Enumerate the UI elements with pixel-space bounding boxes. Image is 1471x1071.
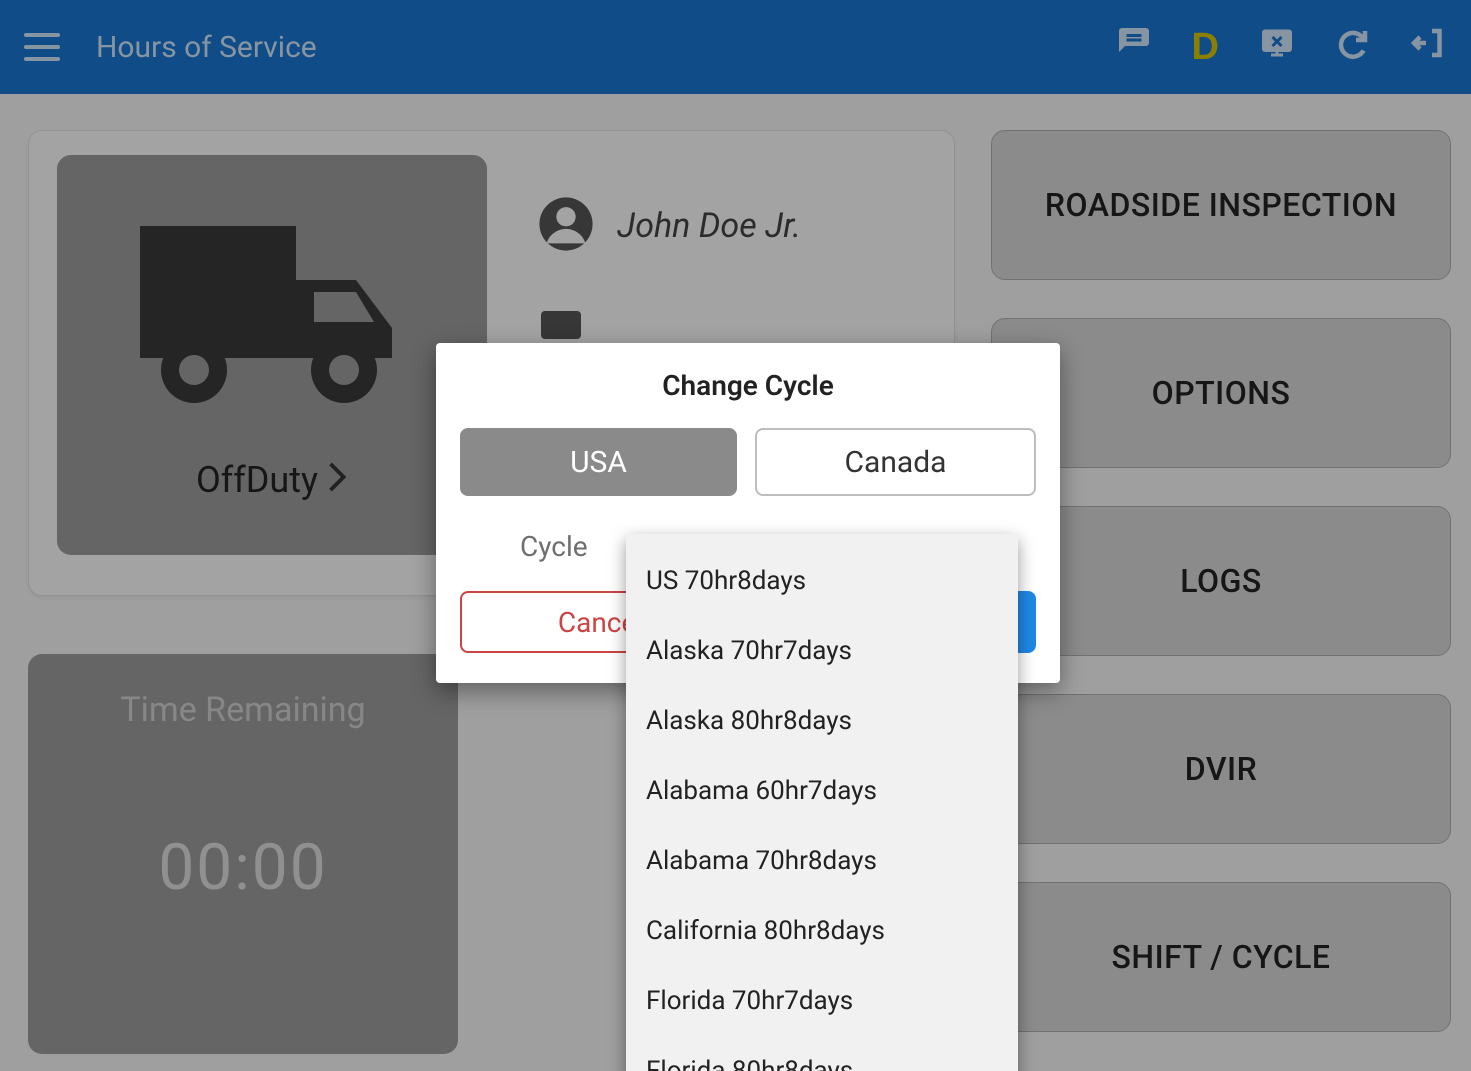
cycle-option[interactable]: Alaska 80hr8days: [626, 686, 1018, 756]
cycle-option[interactable]: Florida 70hr7days: [626, 966, 1018, 1036]
cycle-option[interactable]: Alabama 70hr8days: [626, 826, 1018, 896]
country-toggle: USA Canada: [460, 428, 1036, 496]
cycle-option[interactable]: Florida 80hr8days: [626, 1036, 1018, 1071]
cycle-option[interactable]: California 80hr8days: [626, 896, 1018, 966]
cycle-option[interactable]: Alaska 70hr7days: [626, 616, 1018, 686]
cycle-option[interactable]: US 70hr8days: [626, 546, 1018, 616]
modal-title: Change Cycle: [460, 369, 1036, 402]
tab-usa[interactable]: USA: [460, 428, 737, 496]
cycle-dropdown: US 70hr8days Alaska 70hr7days Alaska 80h…: [626, 534, 1018, 1071]
cycle-field-label: Cycle: [520, 530, 588, 563]
cycle-option[interactable]: Alabama 60hr7days: [626, 756, 1018, 826]
tab-canada[interactable]: Canada: [755, 428, 1036, 496]
